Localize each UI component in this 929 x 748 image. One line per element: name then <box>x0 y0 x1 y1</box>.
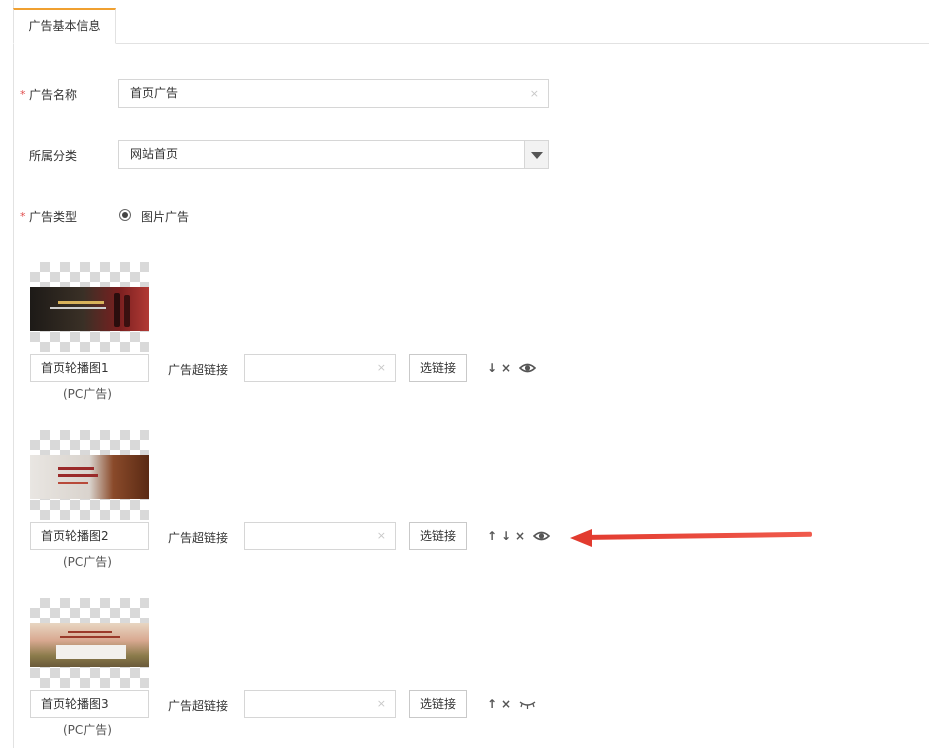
select-link-button[interactable]: 选链接 <box>409 354 467 382</box>
move-down-icon[interactable]: ↓ <box>501 529 511 543</box>
ad-link-input[interactable]: × <box>244 354 396 382</box>
clear-icon[interactable]: × <box>377 691 386 717</box>
image-ad-option-label: 图片广告 <box>141 210 190 224</box>
ad-link-input[interactable]: × <box>244 690 396 718</box>
move-up-icon[interactable]: ↑ <box>487 529 497 543</box>
ad-link-label: 广告超链接 <box>168 531 229 545</box>
ad-platform-label: (PC广告) <box>63 555 112 569</box>
clear-icon[interactable]: × <box>377 355 386 381</box>
category-select[interactable]: 网站首页 <box>118 140 549 169</box>
eye-icon[interactable] <box>532 529 551 543</box>
ad-link-label: 广告超链接 <box>168 363 229 377</box>
ad-link-label: 广告超链接 <box>168 699 229 713</box>
ad-platform-label: (PC广告) <box>63 387 112 401</box>
ad-banner-image <box>30 623 149 667</box>
ad-name-value: 首页广告 <box>130 86 179 100</box>
delete-icon[interactable]: × <box>515 529 525 543</box>
eye-closed-icon[interactable] <box>519 698 536 710</box>
clear-icon[interactable]: × <box>377 523 386 549</box>
ad-link-input[interactable]: × <box>244 522 396 550</box>
ad-banner-image <box>30 455 149 499</box>
move-up-icon[interactable]: ↑ <box>487 697 497 711</box>
ad-item-name-input[interactable]: 首页轮播图3 <box>30 690 149 718</box>
select-link-button[interactable]: 选链接 <box>409 690 467 718</box>
annotation-arrow-head <box>570 529 592 547</box>
required-mark: * <box>20 210 26 223</box>
ad-name-label: 广告名称 <box>29 88 78 102</box>
select-link-button[interactable]: 选链接 <box>409 522 467 550</box>
image-ad-radio[interactable] <box>119 209 131 221</box>
ad-name-input[interactable]: 首页广告 × <box>118 79 549 108</box>
ad-platform-label: (PC广告) <box>63 723 112 737</box>
category-label: 所属分类 <box>29 149 78 163</box>
annotation-arrow-line <box>579 531 813 540</box>
eye-icon[interactable] <box>518 361 537 375</box>
chevron-down-icon[interactable] <box>524 141 548 168</box>
clear-icon[interactable]: × <box>530 80 539 107</box>
required-mark: * <box>20 88 26 101</box>
category-value: 网站首页 <box>130 147 179 161</box>
tab-ad-basic-info[interactable]: 广告基本信息 <box>13 8 116 44</box>
ad-image-thumbnail[interactable] <box>30 598 149 688</box>
delete-icon[interactable]: × <box>501 697 511 711</box>
ad-image-thumbnail[interactable] <box>30 262 149 352</box>
move-down-icon[interactable]: ↓ <box>487 361 497 375</box>
tab-bar-divider <box>13 43 929 44</box>
ad-banner-image <box>30 287 149 331</box>
delete-icon[interactable]: × <box>501 361 511 375</box>
ad-item-name-input[interactable]: 首页轮播图1 <box>30 354 149 382</box>
ad-item-name-input[interactable]: 首页轮播图2 <box>30 522 149 550</box>
ad-image-thumbnail[interactable] <box>30 430 149 520</box>
ad-type-label: 广告类型 <box>29 210 78 224</box>
left-border <box>13 0 14 748</box>
